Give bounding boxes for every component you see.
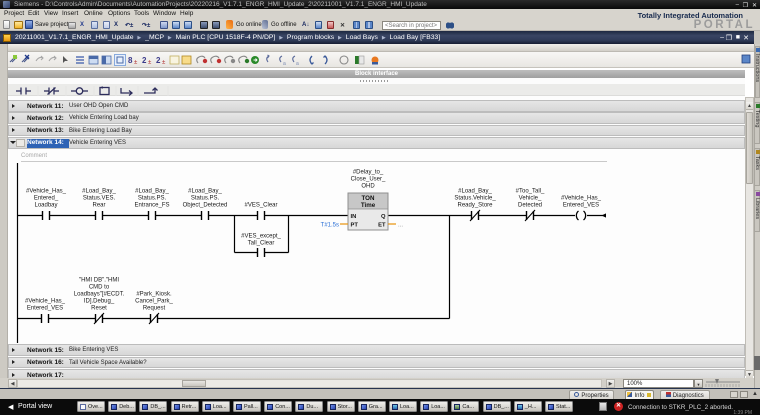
svg-text:Detected: Detected xyxy=(518,203,542,209)
svg-text:ET: ET xyxy=(378,223,386,229)
svg-text:#Vehicle_Has_: #Vehicle_Has_ xyxy=(26,189,67,195)
svg-text:Status.Vehicle_: Status.Vehicle_ xyxy=(454,196,496,202)
svg-text:...: ... xyxy=(398,223,403,229)
svg-text:#Delay_to_: #Delay_to_ xyxy=(353,170,384,176)
svg-text:Reset: Reset xyxy=(91,306,107,312)
svg-text:Status.VES.: Status.VES. xyxy=(83,196,116,202)
svg-text:Status.PS.: Status.PS. xyxy=(138,196,167,202)
svg-text:Comment: Comment xyxy=(21,153,47,159)
svg-text:#Park_Kiosk.: #Park_Kiosk. xyxy=(136,292,172,298)
svg-text:#Too_Tall_: #Too_Tall_ xyxy=(516,189,545,195)
svg-text:Time: Time xyxy=(361,202,376,209)
svg-text:ID].Debug_: ID].Debug_ xyxy=(84,299,115,305)
svg-text:#Load_Bay_: #Load_Bay_ xyxy=(82,189,116,195)
svg-text:Loadbays"[#ECDT.: Loadbays"[#ECDT. xyxy=(74,292,125,298)
svg-text:#VES_except_: #VES_except_ xyxy=(241,234,281,240)
svg-text:OHD: OHD xyxy=(361,184,375,190)
svg-text:Loadbay: Loadbay xyxy=(34,203,57,209)
svg-text:PT: PT xyxy=(351,223,359,229)
svg-text:IN: IN xyxy=(351,214,357,220)
svg-text:Entered_VES: Entered_VES xyxy=(563,203,599,209)
svg-text:Entered_VES: Entered_VES xyxy=(27,306,63,312)
svg-text:Entrance_FS: Entrance_FS xyxy=(134,203,169,209)
svg-text:"HMI DB"."HMI: "HMI DB"."HMI xyxy=(79,278,119,284)
svg-text:#Load_Bay_: #Load_Bay_ xyxy=(135,189,169,195)
svg-text:Ready_Store: Ready_Store xyxy=(457,203,493,209)
svg-text:T#1.5s: T#1.5s xyxy=(321,223,339,229)
svg-text:Request: Request xyxy=(143,306,166,312)
svg-text:Status.PS.: Status.PS. xyxy=(191,196,220,202)
svg-text:Object_Detected: Object_Detected xyxy=(183,203,228,209)
svg-text:#VES_Clear: #VES_Clear xyxy=(244,203,277,209)
svg-text:#Vehicle_Has_: #Vehicle_Has_ xyxy=(561,196,602,202)
svg-text:CMD to: CMD to xyxy=(89,285,110,291)
svg-text:#Load_Bay_: #Load_Bay_ xyxy=(458,189,492,195)
svg-text:Entered_: Entered_ xyxy=(34,196,59,202)
svg-text:Close_User_: Close_User_ xyxy=(351,177,386,183)
svg-text:Cancel_Park_: Cancel_Park_ xyxy=(135,299,173,305)
svg-text:#Load_Bay_: #Load_Bay_ xyxy=(188,189,222,195)
svg-text:Vehicle_: Vehicle_ xyxy=(519,196,542,202)
svg-text:TON: TON xyxy=(362,195,375,202)
svg-text:#Vehicle_Has_: #Vehicle_Has_ xyxy=(25,299,66,305)
svg-text:Rear: Rear xyxy=(92,203,105,209)
svg-text:Tall_Clear: Tall_Clear xyxy=(248,241,275,247)
svg-text:Q: Q xyxy=(381,214,386,220)
